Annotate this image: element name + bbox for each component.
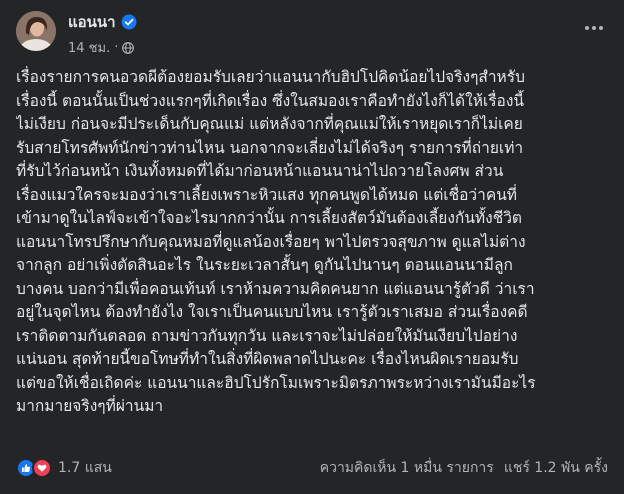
post-text-line: เข้ามาดูในไลฟ์จะเข้าใจอะไรมากกว่านั้น กา… bbox=[16, 209, 522, 227]
author-row: แอนนา bbox=[68, 10, 137, 34]
post-footer: 1.7 แสน ความคิดเห็น 1 หมื่น รายการ แชร์ … bbox=[16, 455, 608, 481]
post-text-line: ไม่เงียบ ก่อนจะมีประเด็นกับคุณแม่ แต่หลั… bbox=[16, 115, 523, 133]
post-text-line: มากมายจริงๆที่ผ่านมา bbox=[16, 397, 164, 415]
love-icon bbox=[32, 458, 52, 478]
post-meta: 14 ชม. · bbox=[68, 37, 135, 58]
engagement-stats: ความคิดเห็น 1 หมื่น รายการ แชร์ 1.2 พัน … bbox=[320, 457, 608, 479]
post-text-line: รับสายโทรศัพท์นักข่าวท่านไหน นอกจากจะเลี… bbox=[16, 138, 524, 157]
post-text-line: เรื่องแมวใครจะมองว่าเราเลี้ยงเพราะหิวแสง… bbox=[16, 185, 518, 204]
globe-icon[interactable] bbox=[122, 41, 135, 54]
meta-separator: · bbox=[114, 40, 119, 55]
reactions-summary[interactable]: 1.7 แสน bbox=[16, 457, 112, 479]
post-text-line: เรื่องรายการคนอวดผีต้องยอมรับเลยว่าแอนนา… bbox=[16, 68, 525, 86]
post-text-line: จากลูก อย่าเพิ่งตัดสินอะไร ในระยะเวลาสั้… bbox=[16, 256, 513, 274]
post-text-line: เรื่องนี้ ตอนนั้นเป็นช่วงแรกๆที่เกิดเรื่… bbox=[16, 91, 525, 110]
post-body: เรื่องรายการคนอวดผีต้องยอมรับเลยว่าแอนนา… bbox=[16, 66, 616, 419]
verified-badge-icon bbox=[121, 14, 137, 30]
facebook-post: แอนนา 14 ชม. · เรื่องรายการคนอวดผีต้องยอ… bbox=[0, 0, 624, 494]
more-dot-icon bbox=[592, 26, 596, 30]
post-text-line: ที่รับไว้ก่อนหน้า เงินทั้งหมดที่ได้มาก่อ… bbox=[16, 162, 504, 180]
author-avatar[interactable] bbox=[16, 11, 56, 51]
post-timestamp[interactable]: 14 ชม. bbox=[68, 37, 110, 58]
post-text-line: แต่ขอให้เชื่อเถิดค่ะ แอนนาและฮิปโปรักโมเ… bbox=[16, 373, 536, 392]
more-dot-icon bbox=[585, 26, 589, 30]
reaction-count: 1.7 แสน bbox=[58, 460, 112, 476]
share-count-link[interactable]: แชร์ 1.2 พัน ครั้ง bbox=[504, 457, 608, 479]
author-name[interactable]: แอนนา bbox=[68, 10, 116, 34]
more-options-button[interactable] bbox=[576, 16, 612, 40]
post-text-line: อยู่ในจุดไหน ต้องทำยังไง ใจเราเป็นคนแบบไ… bbox=[16, 303, 528, 321]
post-text-line: เราติดตามกันตลอด ถามข่าวกันทุกวัน และเรา… bbox=[16, 326, 518, 345]
post-text-line: แอนนาโทรปรึกษากับคุณหมอที่ดูแลน้องเรื่อย… bbox=[16, 232, 526, 251]
post-text-line: แน่นอน สุดท้ายนี้ขอโทษที่ทำในสิ่งที่ผิดพ… bbox=[16, 350, 519, 368]
comment-count-link[interactable]: ความคิดเห็น 1 หมื่น รายการ bbox=[320, 457, 494, 479]
reaction-icons bbox=[16, 458, 52, 478]
more-dot-icon bbox=[599, 26, 603, 30]
post-text-line: บางคน บอกว่ามีเพื่อคอนเท้นท์ เราห้ามความ… bbox=[16, 279, 535, 298]
avatar-image bbox=[16, 11, 56, 51]
